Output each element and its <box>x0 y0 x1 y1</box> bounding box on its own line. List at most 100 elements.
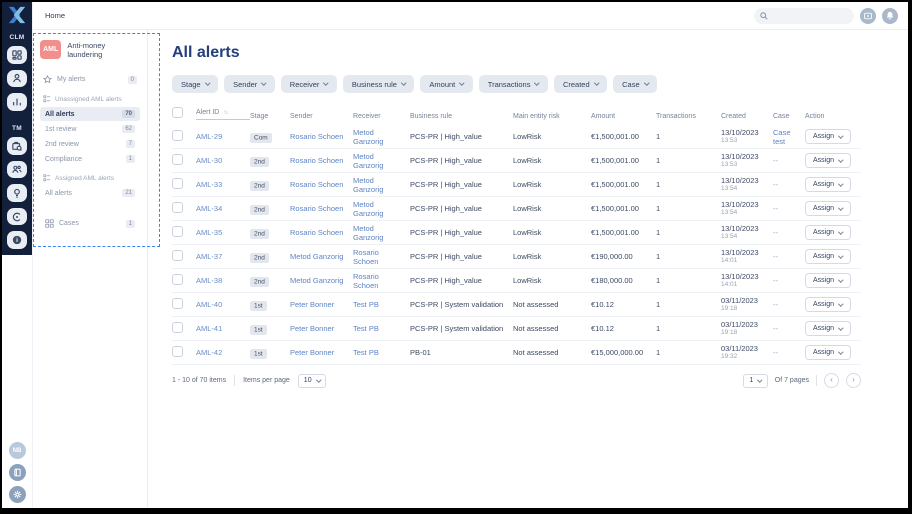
receiver-link[interactable]: Metod Ganzorig <box>353 200 383 218</box>
assign-button[interactable]: Assign <box>805 297 851 312</box>
filter-button[interactable]: Case <box>613 75 658 93</box>
row-checkbox[interactable] <box>172 298 183 309</box>
case-cell[interactable]: -- <box>773 252 778 261</box>
alert-id-link[interactable]: AML-29 <box>196 132 222 141</box>
team-icon[interactable] <box>7 160 27 179</box>
alert-id-link[interactable]: AML-34 <box>196 204 222 213</box>
filter-button[interactable]: Sender <box>224 75 275 93</box>
breadcrumb[interactable]: Home <box>45 11 65 20</box>
alert-id-link[interactable]: AML-37 <box>196 252 222 261</box>
sender-link[interactable]: Metod Ganzorig <box>290 252 343 261</box>
docs-icon[interactable] <box>8 464 26 481</box>
alert-id-link[interactable]: AML-35 <box>196 228 222 237</box>
case-cell[interactable]: -- <box>773 180 778 189</box>
info-icon[interactable] <box>7 231 27 249</box>
row-checkbox[interactable] <box>172 346 183 357</box>
assign-button[interactable]: Assign <box>805 321 851 336</box>
previous-page-button[interactable]: ‹ <box>824 373 839 388</box>
sender-link[interactable]: Rosario Schoen <box>290 228 343 237</box>
assign-button[interactable]: Assign <box>805 225 851 240</box>
case-cell[interactable]: -- <box>773 324 778 333</box>
case-cell[interactable]: -- <box>773 228 778 237</box>
assign-button[interactable]: Assign <box>805 345 851 360</box>
row-checkbox[interactable] <box>172 226 183 237</box>
sidebar-item[interactable]: All alerts 70 <box>40 107 140 121</box>
filter-button[interactable]: Stage <box>172 75 219 93</box>
search-box[interactable] <box>754 7 854 24</box>
sender-link[interactable]: Peter Bonner <box>290 348 334 357</box>
notifications-bell-icon[interactable] <box>882 7 898 24</box>
assign-button[interactable]: Assign <box>805 249 851 264</box>
sender-link[interactable]: Peter Bonner <box>290 300 334 309</box>
alert-id-link[interactable]: AML-40 <box>196 300 222 309</box>
items-per-page-select[interactable]: 10 <box>297 373 327 388</box>
alert-id-link[interactable]: AML-30 <box>196 156 222 165</box>
monitoring-icon[interactable] <box>7 207 27 226</box>
select-all-checkbox[interactable] <box>172 107 183 118</box>
assign-button[interactable]: Assign <box>805 273 851 288</box>
row-checkbox[interactable] <box>172 250 183 261</box>
sender-link[interactable]: Rosario Schoen <box>290 132 343 141</box>
case-cell[interactable]: Case test <box>773 128 791 146</box>
case-cell[interactable]: -- <box>773 300 778 309</box>
tutorials-icon[interactable] <box>860 7 876 24</box>
alert-id-link[interactable]: AML-33 <box>196 180 222 189</box>
receiver-link[interactable]: Test PB <box>353 300 379 309</box>
sidebar-item-my-alerts[interactable]: My alerts 0 <box>40 72 140 87</box>
row-checkbox[interactable] <box>172 274 183 285</box>
receiver-link[interactable]: Test PB <box>353 324 379 333</box>
row-checkbox[interactable] <box>172 202 183 213</box>
sender-link[interactable]: Peter Bonner <box>290 324 334 333</box>
case-cell[interactable]: -- <box>773 204 778 213</box>
assign-button[interactable]: Assign <box>805 153 851 168</box>
sidebar-item[interactable]: All alerts 21 <box>40 186 140 200</box>
settings-gear-icon[interactable] <box>8 486 26 503</box>
alert-id-link[interactable]: AML-41 <box>196 324 222 333</box>
sidebar-item-cases[interactable]: Cases 1 <box>40 216 140 231</box>
receiver-link[interactable]: Metod Ganzorig <box>353 224 383 242</box>
filter-button[interactable]: Receiver <box>280 75 337 93</box>
app-logo[interactable] <box>7 6 27 24</box>
page-select[interactable]: 1 <box>743 373 768 388</box>
row-checkbox[interactable] <box>172 322 183 333</box>
alert-id-link[interactable]: AML-42 <box>196 348 222 357</box>
filter-button[interactable]: Transactions <box>478 75 548 93</box>
app-switcher[interactable]: AML Anti-money laundering <box>40 40 140 59</box>
sidebar-item[interactable]: 1st review 62 <box>40 122 140 136</box>
next-page-button[interactable]: › <box>846 373 861 388</box>
receiver-link[interactable]: Metod Ganzorig <box>353 176 383 194</box>
assign-button[interactable]: Assign <box>805 177 851 192</box>
receiver-link[interactable]: Rosario Schoen <box>353 248 379 266</box>
sort-icon[interactable]: ↑↓ <box>223 110 228 116</box>
assign-button[interactable]: Assign <box>805 129 851 144</box>
row-checkbox[interactable] <box>172 130 183 141</box>
customers-icon[interactable] <box>7 69 27 88</box>
alert-id-link[interactable]: AML-38 <box>196 276 222 285</box>
row-checkbox[interactable] <box>172 178 183 189</box>
sender-link[interactable]: Metod Ganzorig <box>290 276 343 285</box>
analytics-icon[interactable] <box>7 93 27 111</box>
sidebar-item[interactable]: Compliance 1 <box>40 152 140 166</box>
case-search-icon[interactable] <box>7 136 27 155</box>
filter-button[interactable]: Amount <box>420 75 473 93</box>
assign-button[interactable]: Assign <box>805 201 851 216</box>
sidebar-item[interactable]: 2nd review 7 <box>40 137 140 151</box>
user-avatar[interactable]: NB <box>8 442 26 459</box>
case-cell[interactable]: -- <box>773 276 778 285</box>
filter-button[interactable]: Business rule <box>342 75 415 93</box>
sender-link[interactable]: Rosario Schoen <box>290 180 343 189</box>
case-cell[interactable]: -- <box>773 348 778 357</box>
case-cell[interactable]: -- <box>773 156 778 165</box>
column-alert-id[interactable]: Alert ID ↑↓ <box>196 109 250 120</box>
receiver-link[interactable]: Metod Ganzorig <box>353 128 383 146</box>
search-input[interactable] <box>772 12 848 19</box>
receiver-link[interactable]: Metod Ganzorig <box>353 152 383 170</box>
row-checkbox[interactable] <box>172 154 183 165</box>
filter-button[interactable]: Created <box>553 75 608 93</box>
receiver-link[interactable]: Rosario Schoen <box>353 272 379 290</box>
dashboard-icon[interactable] <box>7 46 27 64</box>
receiver-link[interactable]: Test PB <box>353 348 379 357</box>
sender-link[interactable]: Rosario Schoen <box>290 204 343 213</box>
insights-icon[interactable] <box>7 184 27 202</box>
sender-link[interactable]: Rosario Schoen <box>290 156 343 165</box>
